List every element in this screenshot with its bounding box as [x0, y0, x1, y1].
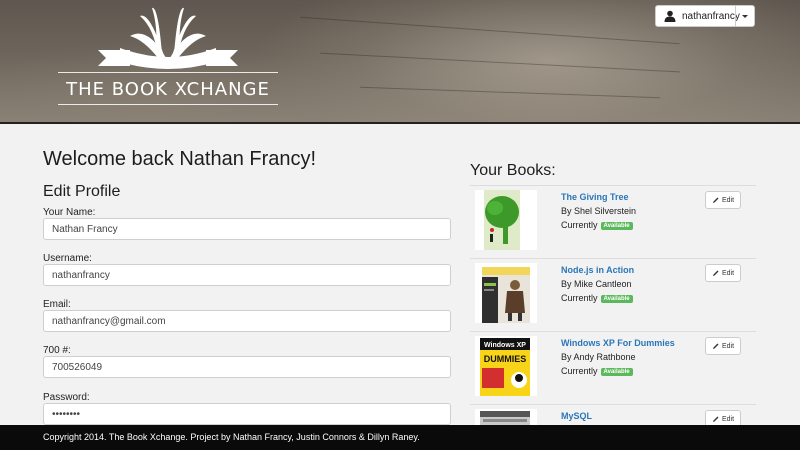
edit-book-button[interactable]: Edit — [705, 410, 741, 426]
book-title-link[interactable]: MySQL — [561, 411, 592, 421]
book-title-link[interactable]: Windows XP For Dummies — [561, 338, 675, 348]
mysql-cover[interactable] — [475, 409, 537, 426]
cover-text: Windows XP — [484, 342, 526, 349]
edit-book-button[interactable]: Edit — [705, 264, 741, 282]
logo-rule-top — [58, 72, 278, 73]
book-title-link[interactable]: The Giving Tree — [561, 192, 629, 202]
header-border — [0, 122, 800, 124]
pencil-icon — [712, 197, 719, 203]
chevron-down-icon — [742, 15, 748, 18]
book-row: Node.js in Action By Mike Cantleon Curre… — [470, 258, 756, 331]
book-row: Windows XP DUMMIES Windows XP For Dummie… — [470, 331, 756, 404]
windows-xp-cover[interactable]: Windows XP DUMMIES — [475, 336, 537, 396]
username-input[interactable] — [43, 264, 451, 286]
edit-label: Edit — [721, 342, 735, 350]
book-status: Currently Available — [561, 293, 633, 303]
book-row: MySQL Edit — [470, 404, 756, 426]
book-row: The Giving Tree By Shel Silverstein Curr… — [470, 185, 756, 258]
status-prefix: Currently — [561, 220, 598, 230]
your-books-heading: Your Books: — [470, 162, 556, 179]
edit-label: Edit — [721, 269, 735, 277]
pencil-icon — [712, 416, 719, 422]
book-author: By Shel Silverstein — [561, 206, 637, 216]
password-input[interactable] — [43, 403, 451, 425]
giving-tree-cover[interactable] — [475, 190, 537, 250]
welcome-heading: Welcome back Nathan Francy! — [43, 148, 317, 170]
email-input[interactable] — [43, 310, 451, 332]
password-label: Password: — [43, 392, 90, 403]
dropdown-divider — [735, 6, 736, 26]
edit-label: Edit — [721, 196, 735, 204]
edit-book-button[interactable]: Edit — [705, 337, 741, 355]
user-icon — [664, 10, 676, 22]
footer-copyright: Copyright 2014. The Book Xchange. Projec… — [43, 432, 420, 442]
cover-text: DUMMIES — [484, 354, 527, 364]
email-label: Email: — [43, 299, 71, 310]
name-label: Your Name: — [43, 207, 96, 218]
status-prefix: Currently — [561, 366, 598, 376]
status-badge: Available — [600, 222, 633, 230]
book-status: Currently Available — [561, 366, 633, 376]
nodejs-cover[interactable] — [475, 263, 537, 323]
id-number-input[interactable] — [43, 356, 451, 378]
status-prefix: Currently — [561, 293, 598, 303]
book-title-link[interactable]: Node.js in Action — [561, 265, 634, 275]
footer: Copyright 2014. The Book Xchange. Projec… — [0, 425, 800, 450]
book-author: By Mike Cantleon — [561, 279, 632, 289]
pencil-icon — [712, 270, 719, 276]
name-input[interactable] — [43, 218, 451, 240]
username-field-label: Username: — [43, 253, 92, 264]
book-author: By Andy Rathbone — [561, 352, 636, 362]
status-badge: Available — [600, 295, 633, 303]
edit-label: Edit — [721, 415, 735, 423]
logo-text[interactable]: THE BOOK XCHANGE — [62, 79, 274, 100]
username-label: nathanfrancy — [682, 10, 740, 22]
status-badge: Available — [600, 368, 633, 376]
user-dropdown-button[interactable]: nathanfrancy — [655, 5, 755, 27]
edit-book-button[interactable]: Edit — [705, 191, 741, 209]
edit-profile-heading: Edit Profile — [43, 183, 121, 200]
pencil-icon — [712, 343, 719, 349]
logo-rule-bottom — [58, 104, 278, 105]
book-status: Currently Available — [561, 220, 633, 230]
id-number-label: 700 #: — [43, 345, 71, 356]
